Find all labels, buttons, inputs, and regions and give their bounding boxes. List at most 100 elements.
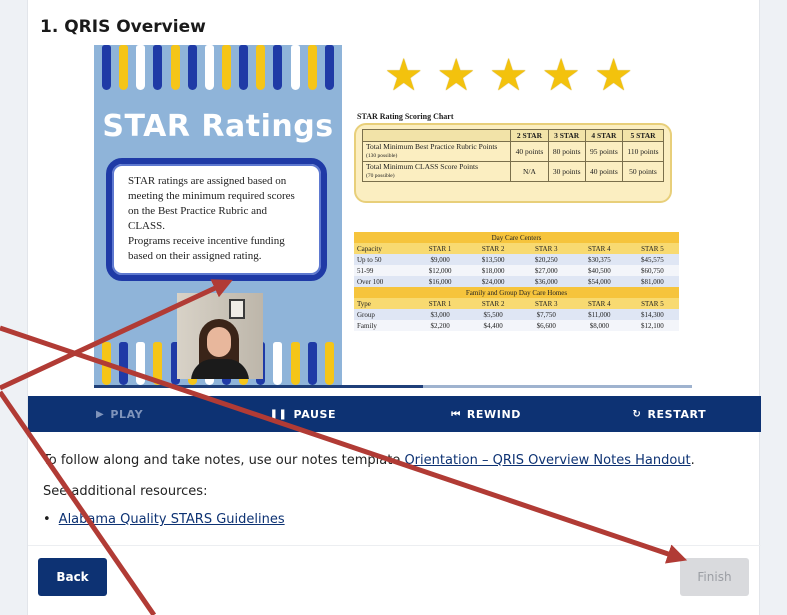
- funding-cell: $5,500: [466, 309, 520, 320]
- star-icon: ★: [488, 51, 529, 100]
- funding-header-cell: STAR 3: [519, 243, 573, 254]
- notes-handout-link[interactable]: Orientation – QRIS Overview Notes Handou…: [404, 453, 690, 468]
- funding-header-cell: STAR 1: [413, 298, 467, 309]
- slide-image: STAR Ratings STAR ratings are assigned b…: [94, 45, 692, 390]
- funding-cell: 51-99: [354, 265, 414, 276]
- finish-button[interactable]: Finish: [680, 558, 749, 596]
- funding-cell: $7,750: [519, 309, 573, 320]
- funding-cell: Over 100: [354, 276, 414, 287]
- funding-cell: $36,000: [519, 276, 573, 287]
- funding-row: 51-99 $12,000 $18,000 $27,000 $40,500 $60,750: [354, 265, 679, 276]
- star-icon: ★: [436, 51, 476, 100]
- funding-section-title: Day Care Centers: [354, 232, 679, 243]
- play-label: PLAY: [110, 407, 144, 421]
- section-title: 1. QRIS Overview: [40, 17, 206, 37]
- funding-cell: $18,000: [466, 265, 520, 276]
- funding-header-cell: STAR 5: [625, 243, 679, 254]
- funding-cell: $8,000: [572, 320, 626, 331]
- scoring-cell: 95 points: [584, 141, 624, 162]
- scoring-table: 2 STAR 3 STAR 4 STAR 5 STAR Total Minimu…: [361, 129, 664, 182]
- pause-label: PAUSE: [293, 407, 337, 421]
- scoring-cell: N/A: [510, 161, 549, 182]
- funding-header-cell: STAR 2: [466, 298, 520, 309]
- scoring-header: 2 STAR: [510, 129, 549, 142]
- funding-cell: $11,000: [572, 309, 626, 320]
- funding-header-cell: STAR 4: [572, 243, 626, 254]
- scoring-header: 4 STAR: [584, 129, 624, 142]
- scoring-header: 5 STAR: [622, 129, 664, 142]
- scoring-cell: 30 points: [547, 161, 586, 182]
- restart-icon: ↻: [632, 408, 642, 420]
- funding-cell: $81,000: [625, 276, 679, 287]
- funding-cell: $20,250: [519, 254, 573, 265]
- funding-header-cell: STAR 5: [625, 298, 679, 309]
- pause-button[interactable]: ❚❚ PAUSE: [211, 408, 394, 421]
- funding-header-cell: STAR 4: [572, 298, 626, 309]
- slide-left-panel: STAR Ratings STAR ratings are assigned b…: [94, 45, 342, 385]
- funding-cell: $40,500: [572, 265, 626, 276]
- funding-section-title: Family and Group Day Care Homes: [354, 287, 679, 298]
- funding-cell: Up to 50: [354, 254, 414, 265]
- funding-cell: $4,400: [466, 320, 520, 331]
- scoring-header: 3 STAR: [547, 129, 586, 142]
- scoring-row-label: Total Minimum Best Practice Rubric Point…: [361, 141, 512, 162]
- funding-cell: $3,000: [413, 309, 467, 320]
- funding-header-row: Capacity STAR 1 STAR 2 STAR 3 STAR 4 STAR 5: [354, 243, 679, 254]
- back-button[interactable]: Back: [38, 558, 107, 596]
- scoring-chart-title: STAR Rating Scoring Chart: [357, 112, 454, 121]
- funding-table: Day Care Centers Capacity STAR 1 STAR 2 STA…: [354, 232, 679, 331]
- slide-text-line: on the Best Practice Rubric and: [128, 205, 267, 217]
- funding-cell: Family: [354, 320, 414, 331]
- funding-cell: $16,000: [413, 276, 467, 287]
- notes-instructions: To follow along and take notes, use our …: [43, 453, 695, 468]
- restart-button[interactable]: ↻ RESTART: [578, 408, 761, 421]
- slide-text-line: STAR ratings are assigned based on: [128, 175, 287, 187]
- rewind-button[interactable]: ⏮ REWIND: [395, 408, 578, 421]
- presenter-video[interactable]: [177, 293, 263, 379]
- bullet-glyph: •: [43, 512, 51, 527]
- five-star-row: ★ ★ ★ ★ ★: [384, 53, 633, 99]
- scoring-header: [361, 129, 512, 142]
- funding-cell: $12,000: [413, 265, 467, 276]
- funding-cell: $2,200: [413, 320, 467, 331]
- play-button[interactable]: ▶ PLAY: [28, 408, 211, 421]
- scoring-chart: 2 STAR 3 STAR 4 STAR 5 STAR Total Minimu…: [354, 123, 672, 203]
- funding-header-cell: STAR 2: [466, 243, 520, 254]
- slide-text-box: STAR ratings are assigned based on meeti…: [106, 158, 327, 281]
- funding-row: Over 100 $16,000 $24,000 $36,000 $54,000 $81,…: [354, 276, 679, 287]
- funding-row: Group $3,000 $5,500 $7,750 $11,000 $14,300: [354, 309, 679, 320]
- funding-cell: $27,000: [519, 265, 573, 276]
- lesson-card: 1. QRIS Overview STAR Ratings STAR ratin…: [27, 0, 761, 615]
- scoring-cell: 40 points: [584, 161, 624, 182]
- funding-cell: $30,375: [572, 254, 626, 265]
- resource-list-item: • Alabama Quality STARS Guidelines: [43, 512, 285, 527]
- slide-heading: STAR Ratings: [102, 109, 334, 144]
- pause-icon: ❚❚: [269, 408, 288, 420]
- scoring-cell: 40 points: [510, 141, 549, 162]
- scoring-cell: 110 points: [622, 141, 664, 162]
- footer-divider: [28, 545, 761, 546]
- guidelines-link[interactable]: Alabama Quality STARS Guidelines: [59, 512, 285, 527]
- funding-cell: $9,000: [413, 254, 467, 265]
- funding-cell: $45,575: [625, 254, 679, 265]
- funding-header-cell: Type: [354, 298, 414, 309]
- slide-text-line: based on their assigned rating.: [128, 250, 262, 262]
- rewind-label: REWIND: [466, 407, 521, 421]
- video-progress-bar[interactable]: [94, 385, 692, 388]
- slide-text-line: Programs receive incentive funding: [128, 235, 285, 247]
- star-icon: ★: [541, 51, 581, 100]
- star-icon: ★: [384, 51, 424, 100]
- slide-text-line: meeting the minimum required scores: [128, 190, 295, 202]
- scoring-cell: 50 points: [622, 161, 664, 182]
- play-icon: ▶: [96, 408, 105, 420]
- funding-cell: $54,000: [572, 276, 626, 287]
- funding-cell: Group: [354, 309, 414, 320]
- slide-text-line: CLASS.: [128, 220, 165, 232]
- media-controls: ▶ PLAY ❚❚ PAUSE ⏮ REWIND ↻ RESTART: [28, 396, 761, 432]
- funding-row: Family $2,200 $4,400 $6,600 $8,000 $12,100: [354, 320, 679, 331]
- star-icon: ★: [593, 51, 634, 100]
- scoring-row-label: Total Minimum CLASS Score Points (70 poss…: [361, 161, 512, 182]
- funding-header-cell: STAR 1: [413, 243, 467, 254]
- funding-cell: $13,500: [466, 254, 520, 265]
- funding-header-row: Type STAR 1 STAR 2 STAR 3 STAR 4 STAR 5: [354, 298, 679, 309]
